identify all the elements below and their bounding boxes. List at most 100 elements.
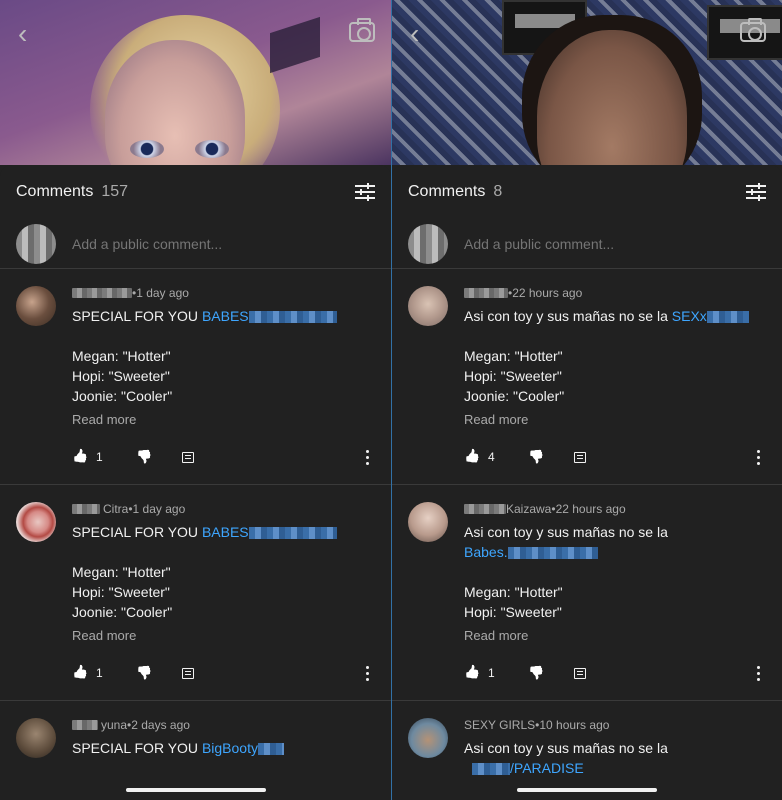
video-player[interactable]: ‹ bbox=[392, 0, 782, 165]
thumbs-down-icon bbox=[528, 665, 544, 681]
avatar[interactable] bbox=[16, 502, 56, 542]
dislike-button[interactable] bbox=[136, 665, 152, 681]
comments-sheet: Comments 8 • 22 hours ago Asi con toy y … bbox=[392, 165, 782, 800]
add-comment-input[interactable] bbox=[72, 235, 352, 252]
comment-text: SPECIAL FOR YOU BigBooty bbox=[72, 738, 375, 758]
add-comment-input[interactable] bbox=[464, 235, 744, 252]
comment-actions: 1 bbox=[464, 646, 766, 700]
video-frame-eye bbox=[195, 140, 229, 158]
avatar[interactable] bbox=[16, 286, 56, 326]
link-redacted[interactable] bbox=[248, 311, 337, 324]
like-button[interactable]: 1 bbox=[464, 665, 512, 681]
thumbs-down-icon bbox=[136, 665, 152, 681]
avatar[interactable] bbox=[408, 502, 448, 542]
author-name-redacted[interactable] bbox=[72, 720, 98, 730]
read-more-link[interactable]: Read more bbox=[72, 628, 375, 646]
comment-link[interactable]: /PARADISE bbox=[510, 760, 584, 776]
comment-author[interactable]: Kaizawa bbox=[506, 502, 551, 516]
link-redacted[interactable] bbox=[257, 743, 284, 756]
reply-icon bbox=[182, 667, 194, 679]
more-vert-icon[interactable] bbox=[750, 665, 766, 681]
like-button[interactable]: 1 bbox=[72, 449, 120, 465]
comment-line: Hopi: "Sweeter" bbox=[72, 584, 170, 600]
more-vert-icon[interactable] bbox=[359, 449, 375, 465]
sort-filter-icon[interactable] bbox=[746, 183, 766, 201]
comment-author[interactable]: yuna bbox=[101, 718, 127, 732]
back-arrow-icon[interactable]: ‹ bbox=[410, 18, 419, 50]
comment-item: Kaizawa • 22 hours ago Asi con toy y sus… bbox=[392, 485, 782, 701]
video-player[interactable]: ‹ bbox=[0, 0, 391, 165]
thumbs-up-icon bbox=[72, 665, 88, 681]
reply-button[interactable] bbox=[574, 451, 586, 463]
right-screen: ‹ Comments 8 • 22 hours ago Asi con toy bbox=[392, 0, 782, 800]
comment-line: Megan: "Hotter" bbox=[464, 348, 563, 364]
read-more-link[interactable]: Read more bbox=[464, 412, 766, 430]
comment-item: • 22 hours ago Asi con toy y sus mañas n… bbox=[392, 269, 782, 485]
more-vert-icon[interactable] bbox=[750, 449, 766, 465]
comment-item: yuna • 2 days ago SPECIAL FOR YOU BigBoo… bbox=[0, 701, 391, 758]
avatar[interactable] bbox=[16, 718, 56, 758]
comment-link[interactable]: BABES bbox=[202, 524, 249, 540]
avatar bbox=[16, 223, 56, 264]
reply-icon bbox=[574, 667, 586, 679]
comment-item: • 1 day ago SPECIAL FOR YOU BABES Megan:… bbox=[0, 269, 391, 485]
comments-title: Comments bbox=[408, 183, 486, 200]
like-count: 1 bbox=[488, 666, 495, 680]
comment-meta: yuna • 2 days ago bbox=[72, 717, 375, 733]
comment-link[interactable]: BigBooty bbox=[202, 740, 258, 756]
comment-line: Hopi: "Sweeter" bbox=[72, 368, 170, 384]
comment-prefix: SPECIAL FOR YOU bbox=[72, 308, 202, 324]
link-redacted[interactable] bbox=[248, 527, 337, 540]
comment-line: Megan: "Hotter" bbox=[464, 584, 563, 600]
avatar[interactable] bbox=[408, 286, 448, 326]
comment-text: Asi con toy y sus mañas no se la SEXx Me… bbox=[464, 306, 766, 406]
comment-actions: 1 bbox=[72, 430, 375, 484]
reply-icon bbox=[574, 451, 586, 463]
comment-line: Joonie: "Cooler" bbox=[464, 388, 565, 404]
comment-link[interactable]: SEXx bbox=[672, 308, 707, 324]
comment-meta: Kaizawa • 22 hours ago bbox=[464, 501, 766, 517]
reply-button[interactable] bbox=[182, 451, 194, 463]
thumbs-up-icon bbox=[464, 665, 480, 681]
video-frame-eye bbox=[130, 140, 164, 158]
comment-link[interactable]: Babes. bbox=[464, 544, 508, 560]
reply-button[interactable] bbox=[574, 667, 586, 679]
home-indicator[interactable] bbox=[125, 788, 266, 792]
comment-line: Hopi: "Sweeter" bbox=[464, 368, 562, 384]
avatar bbox=[408, 223, 448, 264]
like-button[interactable]: 4 bbox=[464, 449, 512, 465]
more-vert-icon[interactable] bbox=[359, 665, 375, 681]
read-more-link[interactable]: Read more bbox=[464, 628, 766, 646]
comment-author[interactable]: SEXY GIRLS bbox=[464, 718, 535, 732]
link-redacted[interactable] bbox=[472, 763, 510, 776]
home-indicator[interactable] bbox=[517, 788, 657, 792]
author-name-redacted[interactable] bbox=[464, 504, 506, 514]
link-redacted[interactable] bbox=[507, 547, 598, 560]
dislike-button[interactable] bbox=[528, 449, 544, 465]
comments-sheet: Comments 157 • 1 day ago SPECIAL FOR YOU… bbox=[0, 165, 391, 800]
author-name-redacted[interactable] bbox=[464, 288, 508, 298]
camera-icon[interactable] bbox=[349, 18, 375, 42]
comments-title: Comments bbox=[16, 183, 94, 200]
comment-author[interactable]: Citra bbox=[103, 502, 128, 516]
comments-count: 8 bbox=[493, 183, 503, 200]
avatar[interactable] bbox=[408, 718, 448, 758]
comment-actions: 1 bbox=[72, 646, 375, 700]
camera-icon[interactable] bbox=[740, 18, 766, 42]
link-redacted[interactable] bbox=[706, 311, 749, 324]
author-name-redacted[interactable] bbox=[72, 288, 132, 298]
like-count: 1 bbox=[96, 450, 103, 464]
reply-button[interactable] bbox=[182, 667, 194, 679]
comment-line: Megan: "Hotter" bbox=[72, 564, 171, 580]
dislike-button[interactable] bbox=[136, 449, 152, 465]
comment-line: Asi con toy y sus mañas no se la bbox=[464, 524, 668, 540]
read-more-link[interactable]: Read more bbox=[72, 412, 375, 430]
sort-filter-icon[interactable] bbox=[355, 183, 375, 201]
dislike-button[interactable] bbox=[528, 665, 544, 681]
comment-text: Asi con toy y sus mañas no se la /PARADI… bbox=[464, 738, 766, 778]
like-button[interactable]: 1 bbox=[72, 665, 120, 681]
comment-link[interactable]: BABES bbox=[202, 308, 249, 324]
author-name-redacted[interactable] bbox=[72, 504, 100, 514]
back-arrow-icon[interactable]: ‹ bbox=[18, 18, 27, 50]
comment-time: 1 day ago bbox=[136, 286, 189, 300]
